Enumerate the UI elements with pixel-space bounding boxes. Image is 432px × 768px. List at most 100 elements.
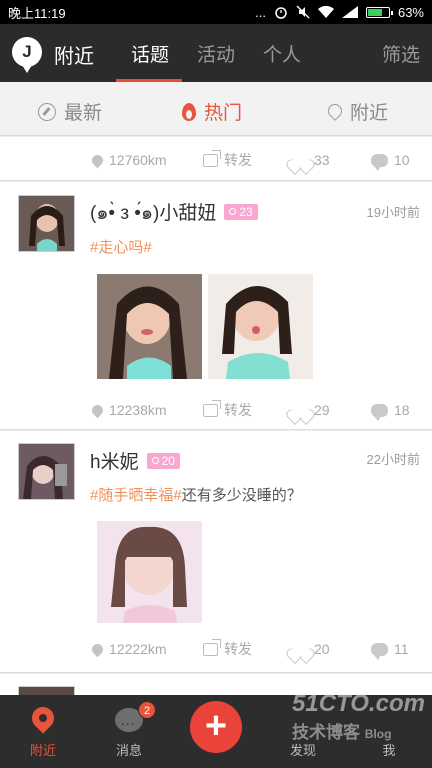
compass-icon	[38, 102, 56, 121]
watermark-subtitle: 技术博客 Blog	[292, 723, 392, 742]
like-count: 33	[314, 152, 330, 168]
distance-value: 12222km	[109, 641, 167, 657]
share-label: 转发	[224, 152, 252, 168]
share-label: 转发	[224, 641, 252, 657]
post-meta-row: 12760km 转发 33 10	[0, 148, 432, 172]
post-card[interactable]: h米妮 20 22小时前 #随手晒幸福#还有多少没睡的？ 12222km 转发 2…	[0, 431, 432, 673]
add-post-button[interactable]: +	[190, 701, 242, 753]
battery-icon	[365, 6, 393, 18]
subtab-hot[interactable]: 热门	[182, 98, 242, 125]
post-photo[interactable]	[97, 521, 202, 623]
cell-signal-icon	[341, 6, 358, 18]
app-logo[interactable]: J	[12, 37, 42, 73]
post-meta-row: 12238km 转发 29 18	[0, 398, 432, 422]
comment-count: 10	[394, 152, 410, 168]
level-badge: 23	[224, 203, 258, 220]
tabbar-nearby-label: 附近	[29, 743, 56, 758]
username[interactable]: h米妮 20	[90, 447, 180, 474]
location-pin-icon	[89, 402, 106, 418]
post-content[interactable]: #走心吗#	[90, 236, 152, 257]
post-card[interactable]: (๑•̀ з •́๑)小甜妞 23 19小时前 #走心吗# 12238km 转发 …	[0, 182, 432, 430]
heart-icon	[292, 153, 308, 167]
like-button[interactable]: 29	[292, 402, 330, 418]
location-pin-icon	[89, 641, 106, 657]
tabbar-messages-label: 消息	[115, 743, 142, 758]
mute-icon	[296, 5, 310, 19]
app-header: J 附近 话题 活动 个人 筛选	[0, 24, 432, 82]
level-value: 23	[239, 204, 253, 219]
share-button[interactable]: 转发	[203, 400, 252, 420]
avatar[interactable]	[18, 686, 75, 695]
distance: 12760km	[89, 152, 167, 168]
share-icon	[203, 642, 218, 656]
comment-icon	[371, 403, 388, 421]
post-time: 19小时前	[366, 205, 420, 220]
location-title[interactable]: 附近	[54, 40, 94, 69]
status-time: 晚上11:19	[8, 5, 66, 21]
tab-activities[interactable]: 活动	[197, 40, 235, 67]
post-photo[interactable]	[208, 274, 313, 379]
unread-badge: 2	[138, 701, 156, 719]
share-button[interactable]: 转发	[203, 639, 252, 659]
like-count: 20	[314, 641, 330, 657]
key-icon	[151, 457, 159, 465]
filter-button[interactable]: 筛选	[382, 40, 420, 67]
subtab-nearby-label: 附近	[350, 103, 389, 124]
username[interactable]: (๑•̀ з •́๑)小甜妞 23	[90, 198, 258, 228]
comment-count: 18	[394, 402, 410, 418]
status-icons: ... 63%	[255, 5, 424, 20]
comment-button[interactable]: 10	[371, 152, 410, 171]
topic-tag[interactable]: #随手晒幸福#	[90, 487, 182, 504]
heart-icon	[292, 642, 308, 656]
username-text: h米妮	[90, 452, 139, 473]
avatar[interactable]	[18, 195, 75, 252]
location-pin-icon	[27, 702, 59, 734]
location-pin-icon	[89, 152, 106, 168]
like-count: 29	[314, 402, 330, 418]
share-button[interactable]: 转发	[203, 150, 252, 170]
post-photo[interactable]	[97, 274, 202, 379]
distance: 12238km	[89, 402, 167, 418]
share-icon	[203, 403, 218, 417]
avatar[interactable]	[18, 443, 75, 500]
tabbar-nearby[interactable]: 附近	[0, 695, 86, 768]
tabbar-messages[interactable]: ... 2 消息	[86, 695, 172, 768]
heart-icon	[292, 403, 308, 417]
tab-personal[interactable]: 个人	[263, 40, 301, 67]
sub-tab-bar: 最新 热门 附近	[0, 82, 432, 136]
subtab-hot-label: 热门	[204, 103, 243, 124]
level-badge: 20	[146, 452, 180, 469]
distance-value: 12238km	[109, 402, 167, 418]
subtab-latest[interactable]: 最新	[38, 98, 102, 125]
tab-topics[interactable]: 话题	[131, 40, 169, 67]
like-button[interactable]: 33	[292, 152, 330, 168]
comment-button[interactable]: 18	[371, 402, 410, 421]
location-pin-icon	[325, 100, 345, 121]
distance-value: 12760km	[109, 152, 167, 168]
comment-icon	[371, 153, 388, 171]
comment-button[interactable]: 11	[371, 641, 409, 660]
watermark: 51CTO.com 技术博客 Blog	[292, 690, 425, 750]
post-meta-row: 12222km 转发 20 11	[0, 637, 432, 661]
topic-tag[interactable]: #走心吗#	[90, 239, 152, 256]
comment-icon	[371, 642, 388, 660]
post-time: 22小时前	[366, 452, 420, 467]
share-label: 转发	[224, 402, 252, 418]
subtab-nearby[interactable]: 附近	[325, 98, 389, 125]
like-button[interactable]: 20	[292, 641, 330, 657]
post-feed[interactable]: 12760km 转发 33 10 (๑•̀ з •́๑)小甜妞 23 19小时前 …	[0, 137, 432, 695]
level-value: 20	[161, 453, 175, 468]
post-text: 还有多少没睡的？	[181, 487, 302, 504]
alarm-icon	[275, 7, 287, 19]
subtab-latest-label: 最新	[64, 103, 103, 124]
watermark-site: 51CTO.com	[292, 690, 425, 717]
status-bar: 晚上11:19 ... 63%	[0, 0, 432, 24]
post-content[interactable]: #随手晒幸福#还有多少没睡的？	[90, 484, 302, 505]
share-icon	[203, 153, 218, 167]
username-text: (๑•̀ з •́๑)小甜妞	[90, 203, 217, 224]
fire-icon	[182, 102, 196, 121]
post-card-partial[interactable]: 12760km 转发 33 10	[0, 137, 432, 181]
distance: 12222km	[89, 641, 167, 657]
key-icon	[229, 208, 237, 216]
comment-count: 11	[394, 641, 409, 657]
